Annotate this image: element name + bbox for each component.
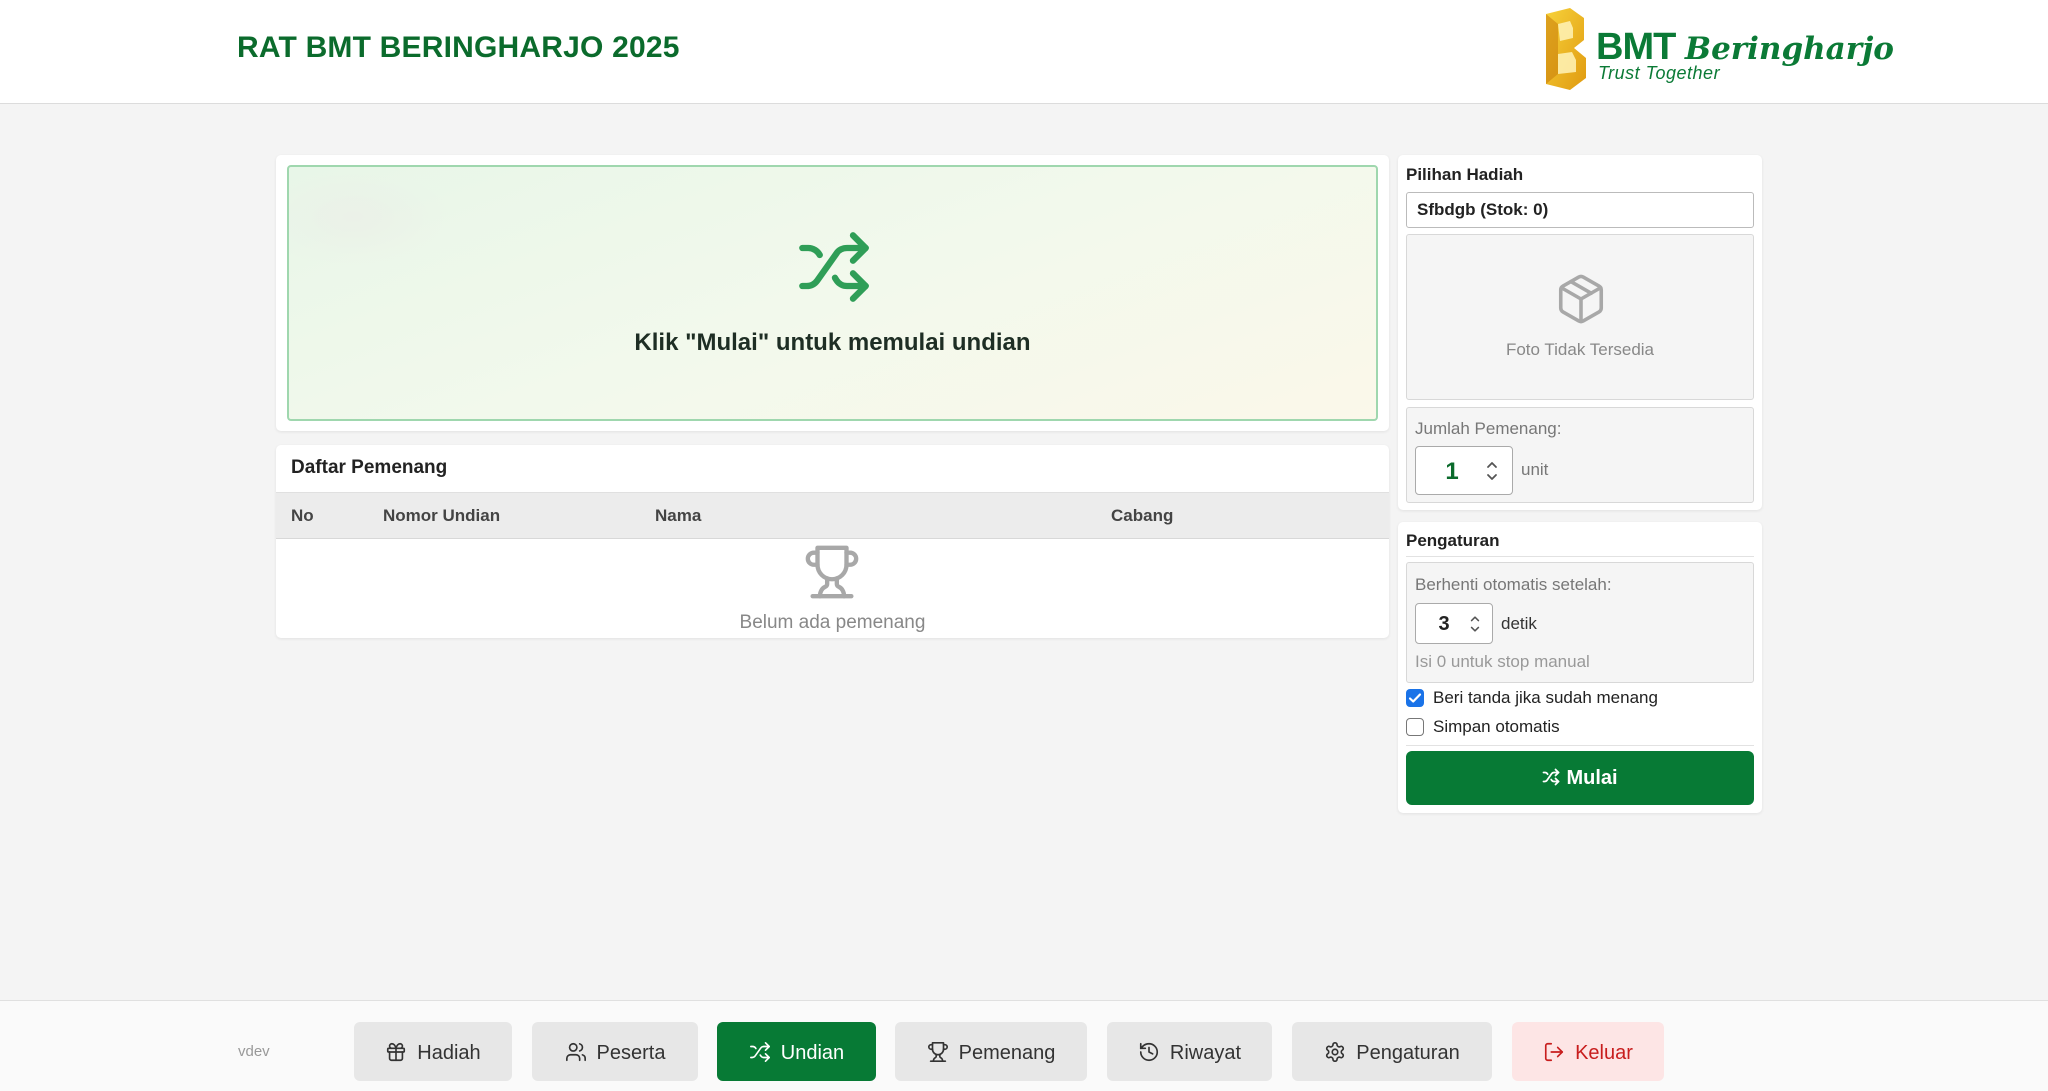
draw-display: Klik "Mulai" untuk memulai undian <box>287 165 1378 421</box>
version-label: vdev <box>238 1043 270 1060</box>
logo-tagline: Trust Together <box>1598 63 1721 83</box>
checkmark-icon <box>1408 693 1422 703</box>
column-header-nama: Nama <box>655 506 702 525</box>
settings-section-title: Pengaturan <box>1406 531 1500 550</box>
draw-message: Klik "Mulai" untuk memulai undian <box>634 329 1031 356</box>
users-icon <box>565 1042 586 1062</box>
empty-winners-message: Belum ada pemenang <box>739 612 926 633</box>
winner-count-unit: unit <box>1521 460 1549 479</box>
prize-panel: Pilihan Hadiah Sfbdgb (Stok: 0) Foto Tid… <box>1398 155 1762 510</box>
auto-stop-hint: Isi 0 untuk stop manual <box>1415 652 1590 671</box>
nav-riwayat-button[interactable]: Riwayat <box>1107 1022 1272 1081</box>
start-draw-label: Mulai <box>1566 767 1618 789</box>
column-header-cabang: Cabang <box>1111 506 1174 525</box>
winners-list: Daftar Pemenang No Nomor Undian Nama Cab… <box>276 445 1389 638</box>
app-header: RAT BMT BERINGHARJO 2025 BMT Beringharjo… <box>0 0 2048 104</box>
auto-save-checkbox[interactable] <box>1406 718 1424 736</box>
winner-count-box: Jumlah Pemenang: 1 unit <box>1406 407 1754 503</box>
nav-hadiah-button[interactable]: Hadiah <box>354 1022 512 1081</box>
nav-peserta-button[interactable]: Peserta <box>532 1022 698 1081</box>
gear-icon <box>1326 1042 1345 1062</box>
photo-unavailable-message: Foto Tidak Tersedia <box>1505 340 1655 359</box>
auto-save-option[interactable]: Simpan otomatis <box>1406 716 1754 738</box>
trophy-icon <box>805 545 859 599</box>
trophy-icon <box>927 1042 948 1062</box>
nav-pemenang-button[interactable]: Pemenang <box>895 1022 1087 1081</box>
mark-winner-option[interactable]: Beri tanda jika sudah menang <box>1406 687 1754 709</box>
logo-mark-icon <box>1546 8 1586 90</box>
auto-save-label[interactable]: Simpan otomatis <box>1433 717 1560 737</box>
bmt-logo: BMT Beringharjo Trust Together <box>1540 8 1894 92</box>
auto-stop-label: Berhenti otomatis setelah: <box>1415 575 1612 594</box>
winner-count-input[interactable]: 1 <box>1415 446 1513 495</box>
column-header-no: No <box>291 506 314 525</box>
auto-stop-unit: detik <box>1501 614 1537 633</box>
history-icon <box>1139 1042 1158 1062</box>
mark-winner-checkbox[interactable] <box>1406 689 1424 707</box>
prize-section-title: Pilihan Hadiah <box>1406 165 1524 184</box>
settings-divider-bottom <box>1406 745 1754 746</box>
start-draw-button[interactable]: Mulai <box>1406 751 1754 805</box>
draw-decoration <box>289 167 449 267</box>
mark-winner-label[interactable]: Beri tanda jika sudah menang <box>1433 688 1658 708</box>
spinner-arrows-icon[interactable] <box>1468 612 1482 636</box>
box-icon <box>1558 274 1604 324</box>
column-header-nomor-undian: Nomor Undian <box>383 506 501 525</box>
shuffle-icon <box>799 232 869 302</box>
settings-divider <box>1406 556 1754 557</box>
page-title: RAT BMT BERINGHARJO 2025 <box>237 31 680 64</box>
spinner-arrows-icon[interactable] <box>1484 457 1500 485</box>
bottom-navigation: vdev Hadiah Peserta Undian Pemenang Riwa… <box>0 1000 2048 1091</box>
winners-title: Daftar Pemenang <box>291 457 448 478</box>
winner-count-value: 1 <box>1445 458 1459 485</box>
shuffle-icon <box>1543 768 1560 786</box>
nav-keluar-button[interactable]: Keluar <box>1512 1022 1664 1081</box>
settings-panel: Pengaturan Berhenti otomatis setelah: 3 … <box>1398 522 1762 813</box>
logout-icon <box>1545 1042 1564 1062</box>
auto-stop-box: Berhenti otomatis setelah: 3 detik Isi 0… <box>1406 562 1754 683</box>
winners-table-header: No Nomor Undian Nama Cabang <box>276 492 1389 539</box>
prize-photo: Foto Tidak Tersedia <box>1406 234 1754 400</box>
nav-undian-button[interactable]: Undian <box>717 1022 876 1081</box>
draw-panel: Klik "Mulai" untuk memulai undian <box>276 155 1389 431</box>
nav-pengaturan-button[interactable]: Pengaturan <box>1292 1022 1492 1081</box>
prize-select[interactable]: Sfbdgb (Stok: 0) <box>1406 192 1754 228</box>
auto-stop-value: 3 <box>1438 613 1450 635</box>
gift-icon <box>387 1042 406 1062</box>
shuffle-icon <box>749 1042 770 1062</box>
auto-stop-input[interactable]: 3 <box>1415 603 1493 644</box>
winner-count-label: Jumlah Pemenang: <box>1415 419 1562 438</box>
